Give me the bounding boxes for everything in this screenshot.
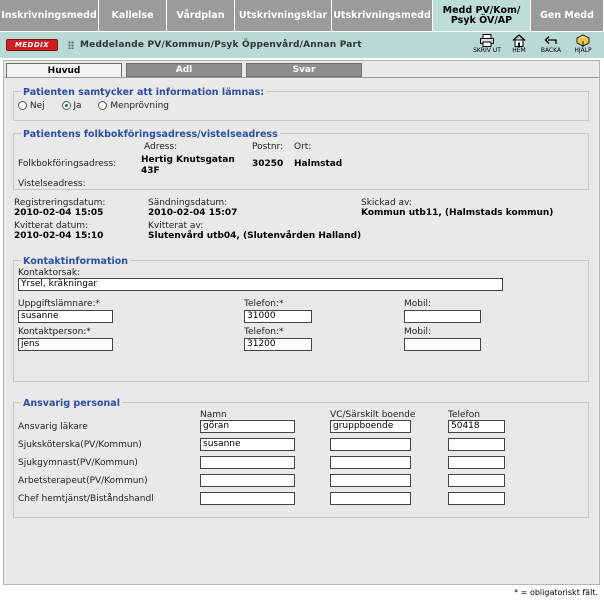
- phone2-label: Telefon:*: [244, 327, 284, 337]
- header-toolbar: SKRIV UT HEM BACKA HJÄLP: [473, 34, 596, 54]
- back-label: BACKA: [540, 47, 562, 54]
- folk-city-value: Halmstad: [294, 159, 343, 169]
- top-navigation: Inskrivningsmedd Kallelse Vårdplan Utskrivn…: [0, 0, 604, 31]
- help-label: HJÄLP: [574, 47, 592, 54]
- consent-radio-group: Nej Ja Menprövning: [18, 101, 169, 111]
- sent-date-label: Sändningsdatum:: [148, 198, 228, 208]
- staff-phone-input[interactable]: [448, 438, 505, 451]
- staff-title: Ansvarig personal: [21, 398, 122, 409]
- home-button[interactable]: HEM: [506, 34, 532, 54]
- vist-address-label: Vistelseadress:: [18, 179, 86, 189]
- consent-yes-radio[interactable]: [61, 101, 71, 110]
- subtab-bar: Huvud Adl Svar: [6, 63, 366, 78]
- mobile1-label: Mobil:: [404, 299, 432, 309]
- topnav-tab-3[interactable]: Utskrivningsklar: [235, 0, 332, 31]
- folk-zip-value: 30250: [252, 159, 284, 169]
- staff-housing-input[interactable]: [330, 474, 411, 487]
- contact-title: Kontaktinformation: [21, 256, 131, 267]
- staff-col-phone: Telefon: [448, 410, 480, 420]
- back-button[interactable]: BACKA: [538, 34, 564, 54]
- page-header: MEDDIX Meddelande PV/Kommun/Psyk Öppenvå…: [0, 31, 604, 58]
- tab-content-huvud: Patienten samtycker att information lämn…: [4, 77, 599, 584]
- ack-by-label: Kvitterat av:: [148, 221, 204, 231]
- address-col-label: Adress:: [144, 142, 178, 152]
- staff-role-label: Sjuksköterska(PV/Kommun): [18, 440, 142, 450]
- staff-role-label: Chef hemtjänst/Biståndshandl: [18, 494, 154, 504]
- staff-role-label: Sjukgymnast(PV/Kommun): [18, 458, 138, 468]
- staff-phone-input[interactable]: [448, 456, 505, 469]
- reg-date-value: 2010-02-04 15:05: [14, 208, 104, 218]
- consent-no-radio[interactable]: [18, 101, 27, 110]
- topnav-tab-4[interactable]: Utskrivningsmedd: [332, 0, 433, 31]
- ack-date-value: 2010-02-04 15:10: [14, 231, 104, 241]
- city-col-label: Ort:: [294, 142, 312, 152]
- staff-col-name: Namn: [200, 410, 227, 420]
- help-book-icon: [576, 34, 590, 47]
- reg-date-label: Registreringsdatum:: [14, 198, 106, 208]
- tab-adl[interactable]: Adl: [126, 63, 242, 77]
- zip-col-label: Postnr:: [252, 142, 284, 152]
- help-button[interactable]: HJÄLP: [570, 34, 596, 54]
- tab-svar[interactable]: Svar: [246, 63, 362, 77]
- page-title: Meddelande PV/Kommun/Psyk Öppenvård/Anna…: [80, 40, 362, 50]
- staff-role-label: Ansvarig läkare: [18, 422, 88, 432]
- print-button[interactable]: SKRIV UT: [473, 34, 501, 54]
- consent-trial-label: Menprövning: [110, 101, 170, 111]
- staff-role-label: Arbetsterapeut(PV/Kommun): [18, 476, 148, 486]
- staff-housing-input[interactable]: [330, 492, 411, 505]
- topnav-tab-1[interactable]: Kallelse: [99, 0, 167, 31]
- folk-address-label: Folkbokföringsadress:: [18, 159, 117, 169]
- contact-reason-input[interactable]: Yrsel, kräkningar: [18, 278, 503, 291]
- staff-col-housing: VC/Särskilt boende: [330, 410, 416, 420]
- ack-by-value: Slutenvård utb04, (Slutenvården Halland): [148, 231, 362, 241]
- house-icon: [512, 34, 526, 47]
- contact-reason-label: Kontaktorsak:: [18, 268, 81, 278]
- consent-title: Patienten samtycker att information lämn…: [21, 87, 267, 98]
- staff-phone-input[interactable]: [448, 474, 505, 487]
- main-panel: Huvud Adl Svar Patienten samtycker att i…: [3, 60, 600, 585]
- sent-date-value: 2010-02-04 15:07: [148, 208, 238, 218]
- staff-phone-input[interactable]: [448, 492, 505, 505]
- mandatory-field-note: * = obligatoriskt fält.: [514, 588, 598, 597]
- sent-by-value: Kommun utb11, (Halmstads kommun): [361, 208, 554, 218]
- staff-housing-input[interactable]: [330, 438, 411, 451]
- grip-icon: [68, 41, 74, 49]
- consent-trial-radio[interactable]: [98, 101, 108, 110]
- phone1-input[interactable]: 31000: [244, 310, 312, 323]
- tab-huvud[interactable]: Huvud: [6, 63, 122, 78]
- folk-street-value: Hertig Knutsgatan 43F: [141, 155, 235, 176]
- back-arrow-icon: [544, 36, 557, 44]
- staff-housing-input[interactable]: [330, 456, 411, 469]
- mobile2-label: Mobil:: [404, 327, 432, 337]
- topnav-tab-5[interactable]: Medd PV/Kom/ Psyk ÖV/AP: [433, 0, 531, 31]
- phone2-input[interactable]: 31200: [244, 338, 312, 351]
- staff-name-input[interactable]: göran: [200, 420, 295, 433]
- staff-name-input[interactable]: [200, 456, 295, 469]
- contact-person-label: Kontaktperson:*: [18, 327, 91, 337]
- address-title: Patientens folkbokföringsadress/vistelse…: [21, 129, 280, 140]
- contact-person-input[interactable]: jens: [18, 338, 113, 351]
- sent-by-label: Skickad av:: [361, 198, 412, 208]
- printer-icon: [480, 34, 494, 47]
- consent-yes-label: Ja: [73, 101, 82, 111]
- staff-housing-input[interactable]: gruppboende: [330, 420, 411, 433]
- ack-date-label: Kvitterat datum:: [14, 221, 89, 231]
- topnav-tab-6[interactable]: Gen Medd: [531, 0, 604, 31]
- consent-no-label: Nej: [29, 101, 45, 111]
- staff-name-input[interactable]: susanne: [200, 438, 295, 451]
- staff-name-input[interactable]: [200, 474, 295, 487]
- topnav-tab-2[interactable]: Vårdplan: [167, 0, 235, 31]
- print-label: SKRIV UT: [473, 47, 501, 54]
- meddix-logo: MEDDIX: [6, 39, 58, 51]
- mobile1-input[interactable]: [404, 310, 481, 323]
- informant-input[interactable]: susanne: [18, 310, 113, 323]
- staff-phone-input[interactable]: 50418: [448, 420, 505, 433]
- topnav-tab-0[interactable]: Inskrivningsmedd: [0, 0, 99, 31]
- home-label: HEM: [512, 47, 526, 54]
- phone1-label: Telefon:*: [244, 299, 284, 309]
- staff-name-input[interactable]: [200, 492, 295, 505]
- informant-label: Uppgiftslämnare:*: [18, 299, 101, 309]
- mobile2-input[interactable]: [404, 338, 481, 351]
